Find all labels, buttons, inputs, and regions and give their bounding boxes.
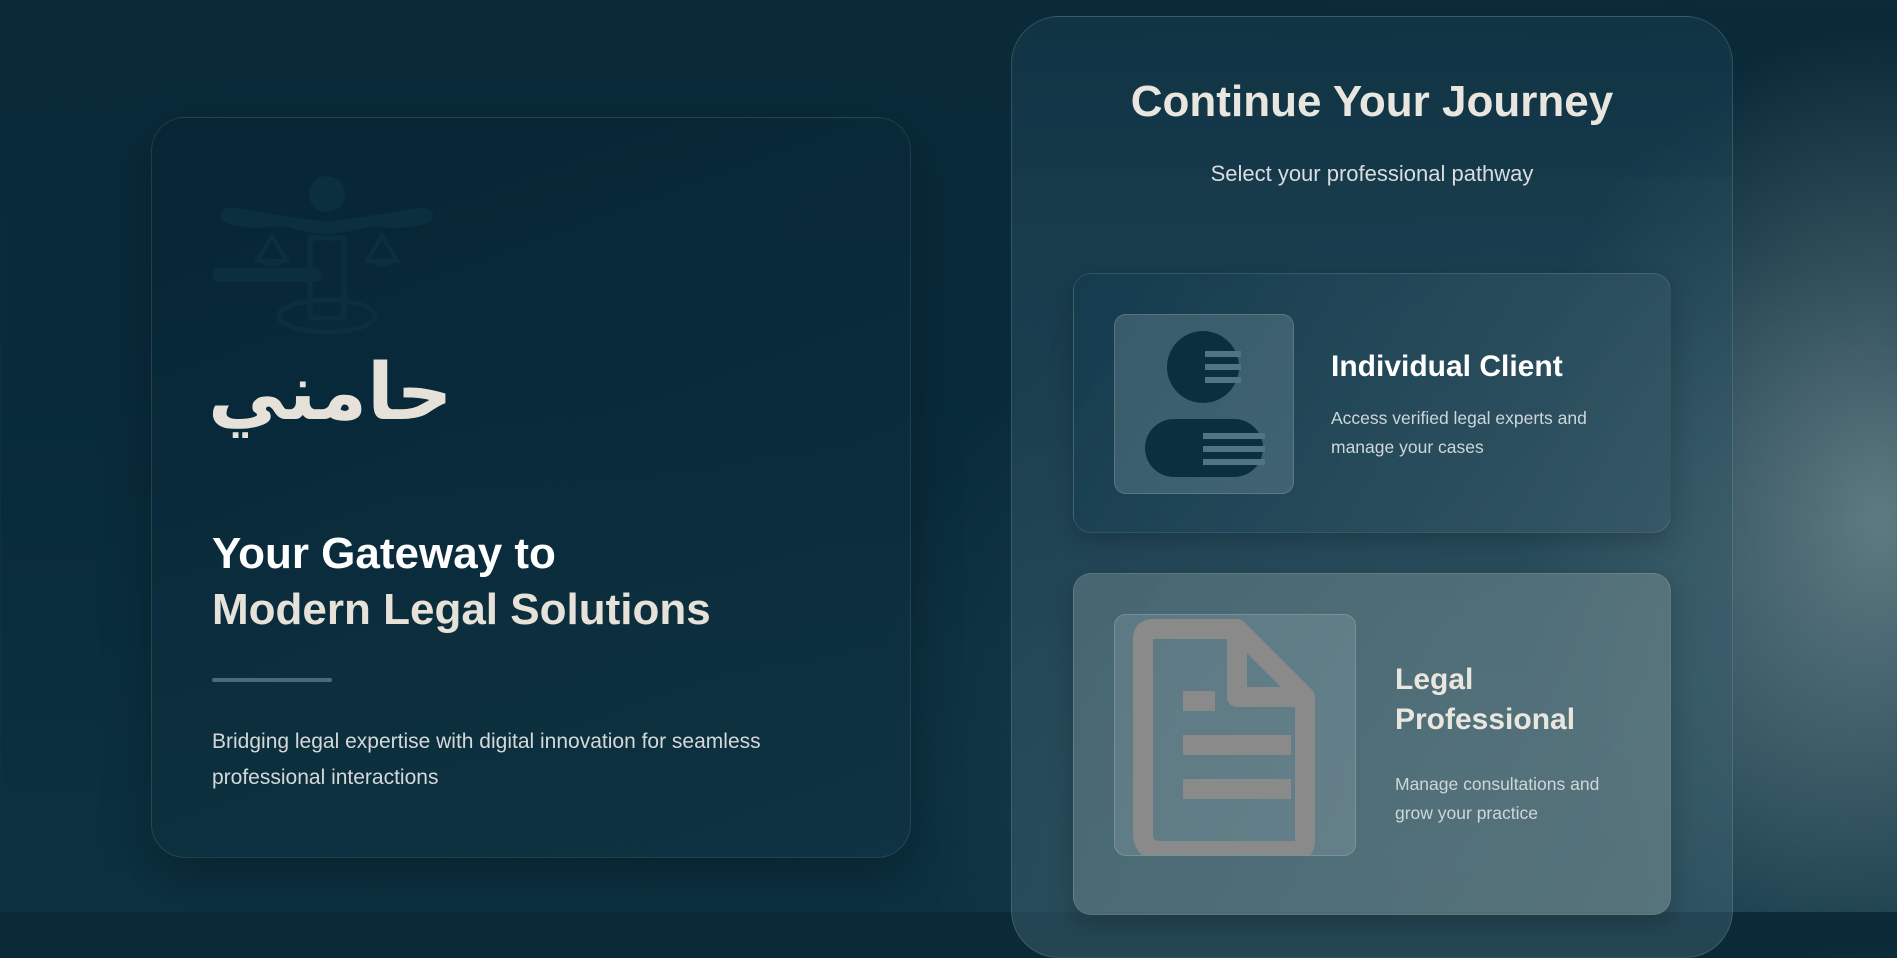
brand-card: حامني Your Gateway to Modern Legal Solut… (151, 117, 911, 858)
user-icon (1145, 331, 1265, 477)
panel-title: Continue Your Journey (1130, 77, 1614, 126)
brand-wordmark: حامني (208, 348, 453, 438)
hero-headline-line1: Your Gateway to (212, 529, 556, 578)
panel-subtitle: Select your professional pathway (1210, 161, 1534, 186)
option-title: Individual Client (1331, 350, 1563, 383)
option-description: Access verified legal experts and manage… (1331, 408, 1587, 457)
icon-tile (1114, 614, 1356, 861)
scales-of-justice-icon (212, 176, 433, 335)
hero-headline: Your Gateway to Modern Legal Solutions (212, 526, 711, 638)
icon-tile (1114, 314, 1294, 494)
pathway-panel: Continue Your Journey Select your profes… (1011, 16, 1733, 958)
option-description: Manage consultations and grow your pract… (1395, 774, 1600, 823)
option-individual-client[interactable]: Individual Client Access verified legal … (1073, 273, 1671, 533)
divider (212, 678, 332, 682)
option-title: Legal Professional (1395, 663, 1576, 736)
option-legal-professional[interactable]: Legal Professional Manage consultations … (1073, 573, 1671, 915)
hero-headline-line2: Modern Legal Solutions (212, 585, 711, 634)
document-icon (1133, 619, 1315, 861)
hero-tagline: Bridging legal expertise with digital in… (212, 730, 761, 789)
